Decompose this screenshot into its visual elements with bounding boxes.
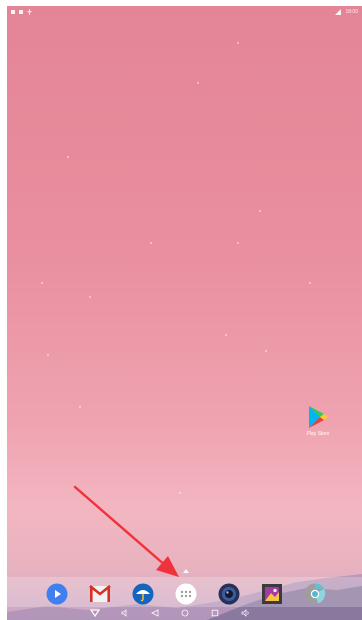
- nav-collapse-button[interactable]: [89, 607, 101, 619]
- gmail-icon: [89, 585, 111, 602]
- dock-item-weather[interactable]: [132, 583, 154, 605]
- wallpaper-star: [179, 492, 181, 494]
- android-home-screen: 18:00 Play Store: [0, 0, 362, 620]
- camera-lens-icon: [218, 583, 240, 605]
- play-store-shortcut[interactable]: Play Store: [300, 405, 336, 437]
- nav-recents-button[interactable]: [209, 607, 221, 619]
- wallpaper-star: [309, 282, 311, 284]
- volume-down-icon: [121, 609, 127, 617]
- collapse-icon: [90, 609, 100, 617]
- home-icon: [181, 609, 189, 617]
- wifi-icon: [335, 9, 342, 15]
- wallpaper-star: [67, 156, 69, 158]
- status-icons-left: [11, 9, 32, 15]
- dock-item-chrome[interactable]: [304, 583, 326, 605]
- umbrella-icon: [132, 583, 154, 605]
- wallpaper-star: [237, 242, 239, 244]
- wallpaper-star: [259, 210, 261, 212]
- play-store-label: Play Store: [306, 431, 330, 437]
- wallpaper-star: [79, 406, 81, 408]
- wallpaper-star: [150, 242, 152, 244]
- wallpaper-star: [265, 350, 267, 352]
- usb-icon: [27, 9, 32, 15]
- play-store-icon: [309, 406, 328, 428]
- back-icon: [151, 609, 159, 617]
- wallpaper-star: [197, 82, 199, 84]
- wallpaper-star: [47, 354, 49, 356]
- nav-home-button[interactable]: [179, 607, 191, 619]
- wallpaper-star: [225, 334, 227, 336]
- nav-volume-up-button[interactable]: [239, 607, 251, 619]
- wallpaper-star: [41, 282, 43, 284]
- chevron-up-icon[interactable]: [183, 569, 189, 573]
- dock-item-play[interactable]: [46, 583, 68, 605]
- recents-icon: [211, 609, 219, 617]
- status-icons-right: 18:00: [335, 9, 358, 15]
- notification-icon: [11, 10, 15, 14]
- status-time: 18:00: [345, 9, 358, 15]
- wallpaper-star: [89, 296, 91, 298]
- notification-icon: [19, 10, 23, 14]
- dock-item-all-apps[interactable]: [175, 583, 197, 605]
- nav-volume-down-button[interactable]: [119, 607, 131, 619]
- photo-gallery-icon: [262, 584, 282, 604]
- dock-item-gmail[interactable]: [89, 583, 111, 605]
- app-drawer-icon: [175, 583, 197, 605]
- dock-item-gallery[interactable]: [261, 583, 283, 605]
- wallpaper-star: [237, 42, 239, 44]
- dock-item-camera[interactable]: [218, 583, 240, 605]
- nav-back-button[interactable]: [149, 607, 161, 619]
- chrome-icon: [304, 583, 326, 605]
- wallpaper: [7, 6, 362, 620]
- play-circle-icon: [46, 583, 68, 605]
- status-bar: 18:00: [7, 6, 362, 18]
- volume-up-icon: [241, 609, 249, 617]
